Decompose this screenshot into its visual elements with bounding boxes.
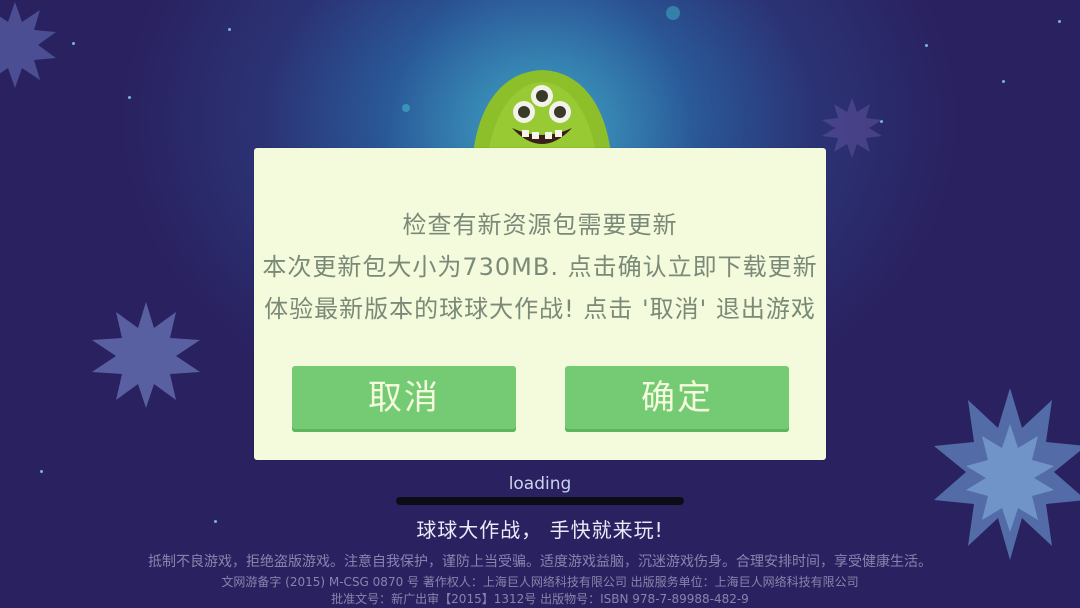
game-slogan: 球球大作战， 手快就来玩! <box>416 518 664 542</box>
publisher-info: 文网游备字 (2015) M-CSG 0870 号 著作权人：上海巨人网络科技有… <box>221 575 859 589</box>
dialog-message-line: 本次更新包大小为730MB. 点击确认立即下载更新 <box>262 253 818 281</box>
update-dialog: 检查有新资源包需要更新 本次更新包大小为730MB. 点击确认立即下载更新 体验… <box>254 148 826 460</box>
health-notice: 抵制不良游戏，拒绝盗版游戏。注意自我保护，谨防上当受骗。适度游戏益脑，沉迷游戏伤… <box>148 554 932 570</box>
sparkle <box>1058 20 1061 23</box>
approval-info: 批准文号：新广出审【2015】1312号 出版物号：ISBN 978-7-899… <box>331 592 749 606</box>
sparkle <box>228 28 231 31</box>
dialog-message-line: 检查有新资源包需要更新 <box>402 211 678 239</box>
sparkle <box>925 44 928 47</box>
sparkle <box>72 42 75 45</box>
virus-icon <box>822 98 882 158</box>
sparkle <box>402 104 410 112</box>
loading-label: loading <box>508 474 572 494</box>
sparkle <box>40 470 43 473</box>
sparkle <box>666 6 680 20</box>
sparkle <box>128 96 131 99</box>
virus-icon <box>92 302 200 408</box>
sparkle <box>1002 80 1005 83</box>
loading-progress-bar <box>396 497 684 505</box>
confirm-button[interactable]: 确定 <box>565 366 789 432</box>
dialog-message-line: 体验最新版本的球球大作战! 点击 '取消' 退出游戏 <box>264 295 816 323</box>
virus-icon <box>0 2 56 88</box>
cancel-button[interactable]: 取消 <box>292 366 516 432</box>
